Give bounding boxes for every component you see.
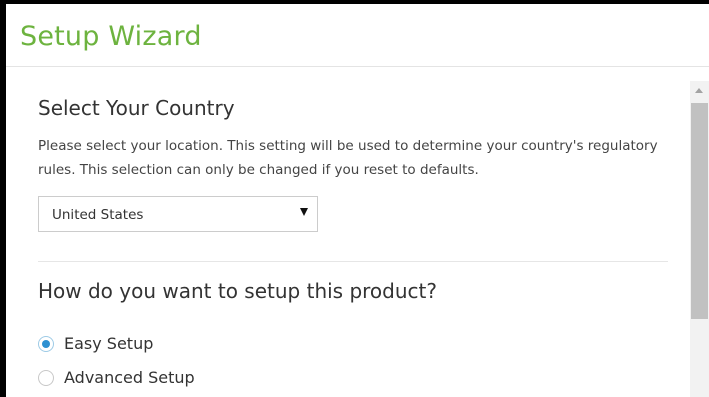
country-section-title: Select Your Country (38, 96, 235, 120)
setup-question: How do you want to setup this product? (38, 279, 437, 303)
scrollbar-thumb[interactable] (691, 103, 708, 319)
advanced-setup-label[interactable]: Advanced Setup (64, 367, 195, 389)
country-description: Please select your location. This settin… (38, 138, 658, 178)
wizard-title: Setup Wizard (20, 21, 202, 52)
arrow-up-icon[interactable] (695, 88, 703, 93)
vertical-scrollbar[interactable] (690, 81, 709, 397)
easy-setup-label[interactable]: Easy Setup (64, 333, 153, 355)
wizard-content: Select Your Country Please select your l… (6, 67, 690, 397)
section-divider (38, 261, 668, 262)
wizard-header: Setup Wizard (6, 4, 709, 67)
country-select-value: United States (52, 207, 144, 223)
easy-setup-radio[interactable] (38, 336, 54, 352)
advanced-setup-radio[interactable] (38, 370, 54, 386)
radio-selected-dot (42, 340, 50, 348)
setup-wizard-window: Setup Wizard Select Your Country Please … (6, 4, 709, 397)
triangle-down-icon (300, 208, 308, 216)
country-select[interactable]: United States (38, 196, 318, 232)
